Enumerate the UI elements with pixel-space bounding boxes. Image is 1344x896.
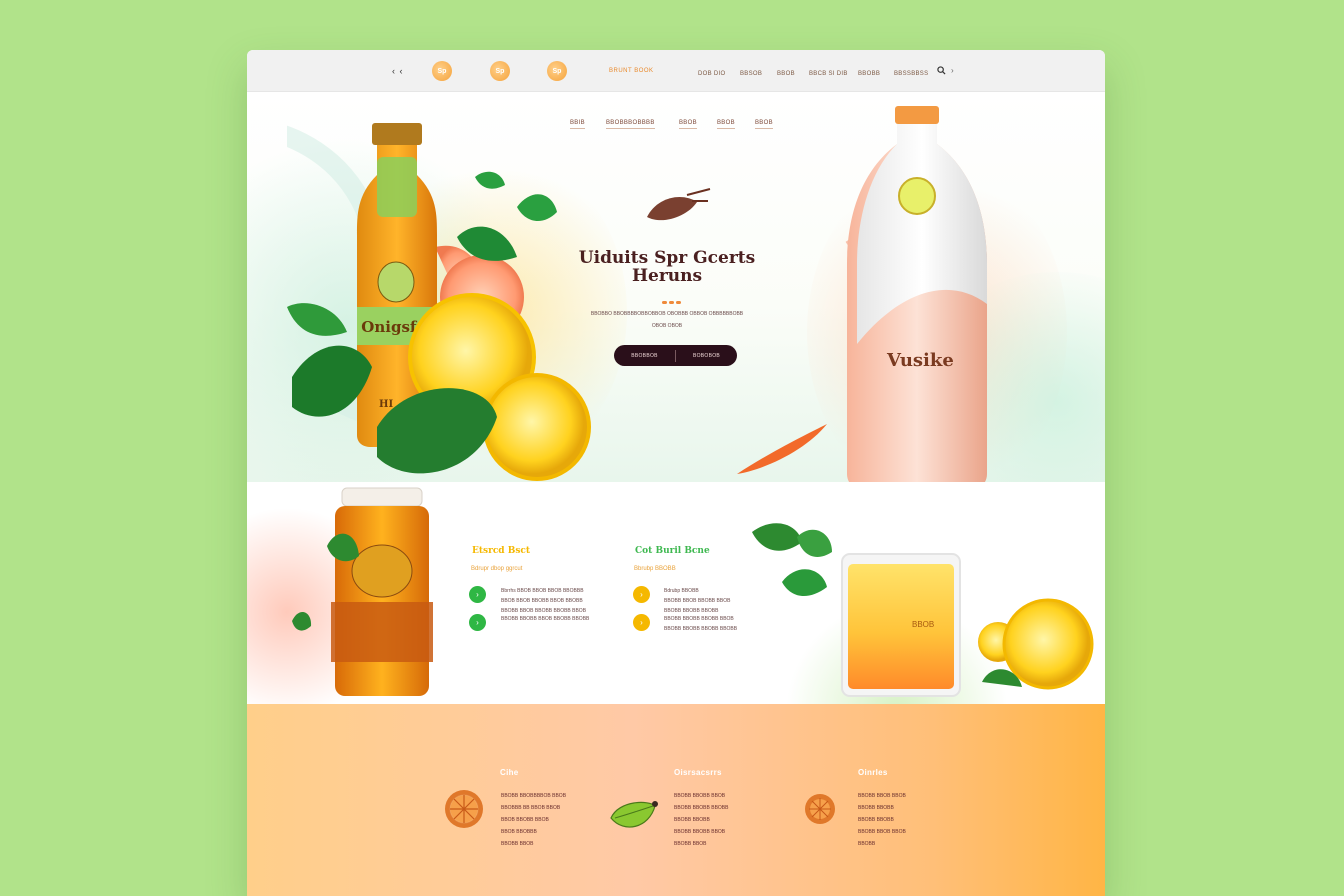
leaf-icon: [610, 801, 658, 828]
feature-right-item-2-text: BBOBB BBOBB BBOBB BBOB BBOBB BBOBB BBOBB…: [664, 616, 738, 632]
feature-right-item-1: › Bdrubp BBOBB BBOBB BBOB BBOBB BBOB BBO…: [633, 586, 730, 616]
bottom-col-3-text: BBOBB BBOB BBOB BBOBB BBOBB BBOBB BBOBB …: [858, 793, 906, 847]
features-section: Etsrcd Bsct Bdrupr dbop ggrcut › Bbrrhs …: [247, 482, 1105, 704]
bottom-col-1-title: Cihe: [500, 768, 519, 777]
hero-nav-item-2[interactable]: BBOBBBOBBBB: [606, 120, 655, 129]
hero-cta-left-button[interactable]: BBOBBOB: [614, 353, 675, 359]
nav-item-1[interactable]: DOB DIO: [698, 71, 725, 77]
feature-right-subtitle: Bbrubp BBOBB: [634, 566, 676, 572]
back-button[interactable]: ‹ ‹: [392, 66, 404, 76]
feature-left-subtitle: Bdrupr dbop ggrcut: [471, 566, 523, 572]
bottom-col-1-text: BBOBB BBOBBBBOB BBOB BBOBBB BB BBOB BBOB…: [501, 793, 567, 847]
hero-right-illustration: Vusike: [737, 106, 987, 482]
logo-1[interactable]: Sp: [432, 61, 452, 81]
feature-left-item-2: › BBOBB BBOBB BBOB BBOBB BBOBB: [469, 614, 589, 631]
arrow-icon: ›: [633, 614, 650, 631]
feature-left-item-1: › Bbrrhs BBOB BBOB BBOB BBOBBB BBOB BBOB…: [469, 586, 586, 616]
search-icon[interactable]: [937, 66, 946, 75]
hero-subtitle-line1: BBOBBO BBOBBBBOBBOBBOB OBOBBB OBBOB OBBB…: [590, 311, 744, 317]
feature-right-item-1-text: Bdrubp BBOBB BBOBB BBOB BBOBB BBOB BBOBB…: [664, 588, 731, 614]
nav-item-2[interactable]: BBSOB: [740, 71, 762, 77]
nav-item-6[interactable]: BBSSBBSS: [894, 71, 928, 77]
hero-title-line2: Heruns: [631, 266, 703, 286]
nav-item-5[interactable]: BBOBB: [858, 71, 880, 77]
orange-slice-icon: [805, 794, 835, 824]
feature-right-title: Cot Buril Bcne: [635, 546, 710, 556]
hero-divider: [662, 291, 692, 304]
orange-slice-icon: [445, 790, 483, 828]
honey-jar-illustration: [292, 487, 433, 696]
feature-right-item-2: › BBOBB BBOBB BBOBB BBOB BBOBB BBOBB BBO…: [633, 614, 737, 634]
hero-section: BBIB BBOBBBOBBBB BBOB BBOB BBOB Onigsfrs…: [247, 92, 1105, 482]
bottom-col-3-title: Oinrles: [858, 768, 888, 777]
arrow-icon: ›: [633, 586, 650, 603]
top-navigation-bar: ‹ ‹ Sp Sp Sp BRUNT BOOK DOB DIO BBSOB BB…: [247, 50, 1105, 92]
feature-left-item-1-text: Bbrrhs BBOB BBOB BBOB BBOBBB BBOB BBOB B…: [501, 588, 587, 614]
feature-left-title: Etsrcd Bsct: [472, 546, 531, 556]
chevron-right-icon[interactable]: ›: [951, 66, 954, 75]
hero-nav-item-3[interactable]: BBOB: [679, 120, 697, 129]
right-bottle-label: Vusike: [886, 350, 954, 371]
hero-left-illustration: Onigsfrs HI: [287, 123, 591, 481]
check-icon: ›: [469, 614, 486, 631]
browser-frame: ‹ ‹ Sp Sp Sp BRUNT BOOK DOB DIO BBSOB BB…: [247, 50, 1105, 896]
spice-illustration: [647, 188, 711, 221]
hero-cta-group: BBOBBOB BOBOBOB: [614, 345, 737, 366]
bottom-col-2-text: BBOBB BBOBB BBOB BBOBB BBOBB BBOBB BBOBB…: [674, 793, 729, 847]
hero-subtitle-line2: OBOB OBOB: [651, 323, 683, 329]
bottom-info-section: Cihe BBOBB BBOBBBBOB BBOB BBOBBB BB BBOB…: [247, 704, 1105, 896]
logo-2[interactable]: Sp: [490, 61, 510, 81]
jar-label: BBOB: [912, 620, 934, 629]
logo-3[interactable]: Sp: [547, 61, 567, 81]
nav-item-3[interactable]: BBOB: [777, 71, 795, 77]
brand-link[interactable]: BRUNT BOOK: [609, 68, 654, 74]
check-icon: ›: [469, 586, 486, 603]
juice-glass-illustration: BBOB: [752, 523, 1094, 697]
left-bottle-sublabel: HI: [379, 399, 393, 410]
bottom-col-2-title: Oisrsacsrrs: [674, 768, 722, 777]
feature-left-item-2-text: BBOBB BBOBB BBOB BBOBB BBOBB: [501, 616, 590, 622]
nav-item-4[interactable]: BBCB SI DIB: [809, 71, 848, 77]
